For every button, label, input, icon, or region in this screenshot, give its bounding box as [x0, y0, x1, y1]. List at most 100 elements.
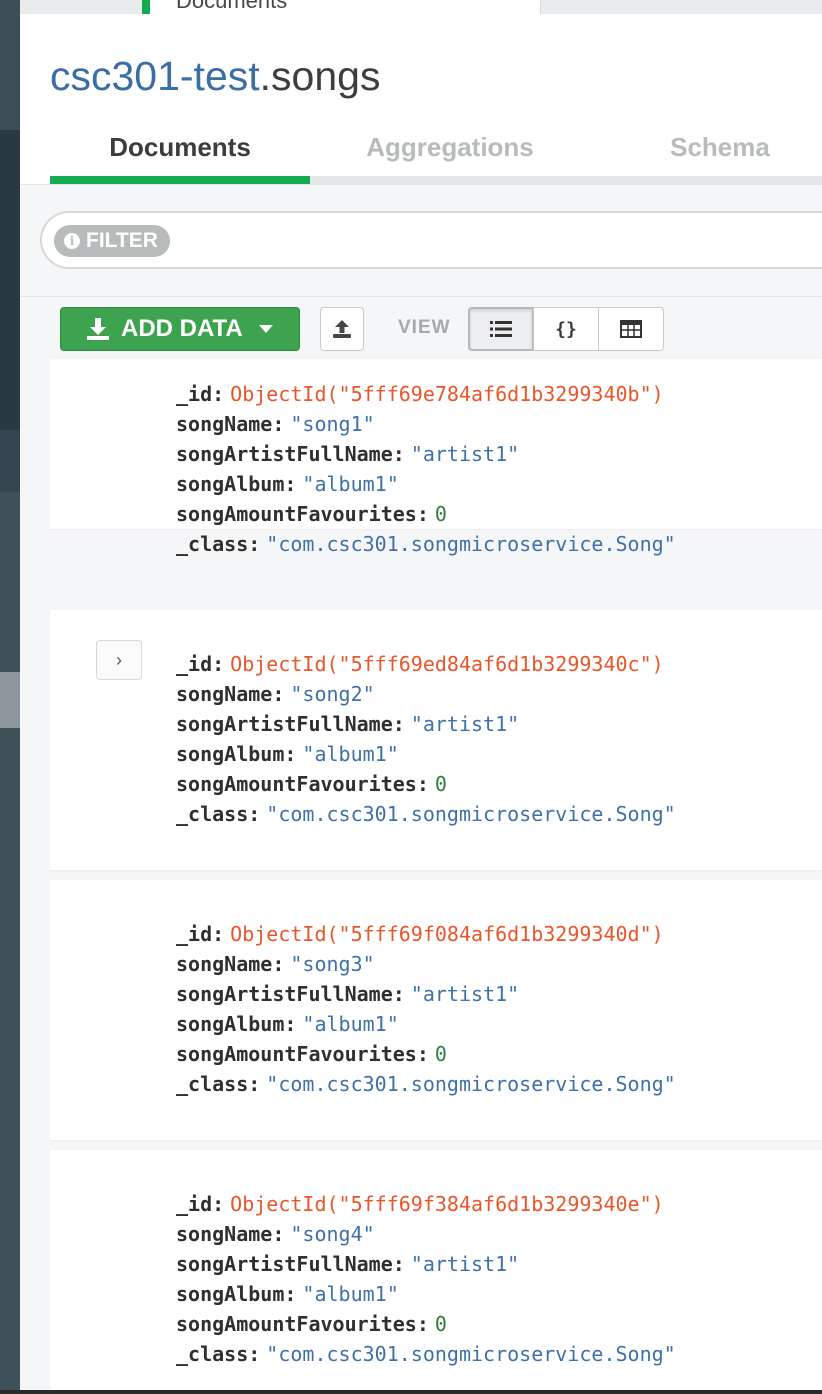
- field-key: songAlbum: [176, 472, 285, 496]
- field-key: _class: [176, 802, 249, 826]
- filter-label: FILTER: [86, 229, 158, 252]
- field-value: "album1": [302, 1282, 399, 1306]
- field-value: "com.csc301.songmicroservice.Song": [266, 1342, 676, 1366]
- field-value: "artist1": [410, 712, 520, 736]
- table-view-button[interactable]: [598, 307, 664, 351]
- field-value: 0: [434, 772, 447, 796]
- document-field: songArtistFullName: "artist1": [176, 1252, 520, 1276]
- field-value: "song1": [290, 412, 375, 436]
- sidebar-segment[interactable]: [0, 130, 20, 430]
- download-icon: [87, 318, 109, 340]
- tab-underline-track: [50, 176, 822, 184]
- document-card[interactable]: _id: ObjectId("5fff69f384af6d1b3299340e")…: [50, 1150, 822, 1394]
- document-field: _class: "com.csc301.songmicroservice.Song…: [176, 1072, 676, 1096]
- workspace-tab-label: Documents: [176, 0, 288, 13]
- document-field: songName: "song3": [176, 952, 375, 976]
- documents-toolbar: ADD DATA VIEW {}: [20, 296, 822, 360]
- chevron-down-icon: [258, 325, 273, 333]
- sidebar-segment[interactable]: [0, 430, 20, 492]
- field-key: _class: [176, 1342, 249, 1366]
- document-field: _id: ObjectId("5fff69e784af6d1b3299340b"): [176, 382, 664, 406]
- view-mode-toggle: {}: [468, 307, 664, 351]
- active-tab-indicator: [50, 176, 310, 184]
- window-bottom-edge: [0, 1390, 822, 1394]
- query-bar: i FILTER: [20, 184, 822, 297]
- page-title: csc301-test.songs: [50, 52, 380, 100]
- document-card[interactable]: _id: ObjectId("5fff69e784af6d1b3299340b")…: [50, 359, 822, 556]
- document-field: songAlbum: "album1": [176, 472, 399, 496]
- json-view-button[interactable]: {}: [533, 307, 599, 351]
- field-key: _class: [176, 1072, 249, 1096]
- field-value: "artist1": [410, 982, 520, 1006]
- info-icon[interactable]: i: [64, 233, 80, 249]
- field-key: songAlbum: [176, 1012, 285, 1036]
- app-sidebar: [0, 0, 20, 1394]
- field-key: songAmountFavourites: [176, 502, 417, 526]
- document-field: songAlbum: "album1": [176, 1282, 399, 1306]
- sidebar-segment[interactable]: [0, 728, 20, 1394]
- document-fields: _id: ObjectId("5fff69f084af6d1b3299340d")…: [176, 919, 676, 1099]
- field-key: songName: [176, 1222, 273, 1246]
- list-view-button[interactable]: [468, 307, 534, 351]
- field-key: songArtistFullName: [176, 982, 393, 1006]
- document-field: songName: "song1": [176, 412, 375, 436]
- document-field: songAlbum: "album1": [176, 742, 399, 766]
- document-field: _id: ObjectId("5fff69f384af6d1b3299340e"): [176, 1192, 664, 1216]
- field-key: songArtistFullName: [176, 442, 393, 466]
- document-list: _id: ObjectId("5fff69e784af6d1b3299340b")…: [20, 359, 822, 1394]
- export-collection-button[interactable]: [320, 307, 364, 351]
- field-value: "com.csc301.songmicroservice.Song": [266, 532, 676, 556]
- field-key: _id: [176, 1192, 213, 1216]
- field-value: "album1": [302, 472, 399, 496]
- document-field: _id: ObjectId("5fff69ed84af6d1b3299340c"): [176, 652, 664, 676]
- document-field: songAmountFavourites: 0: [176, 1312, 447, 1336]
- field-value: "artist1": [410, 1252, 520, 1276]
- field-key: songName: [176, 952, 273, 976]
- document-field: songAmountFavourites: 0: [176, 772, 447, 796]
- tab-aggregations[interactable]: Aggregations: [320, 114, 580, 180]
- add-data-label: ADD DATA: [121, 315, 243, 342]
- document-field: songName: "song2": [176, 682, 375, 706]
- field-value: 0: [434, 1042, 447, 1066]
- document-field: songArtistFullName: "artist1": [176, 982, 520, 1006]
- field-value: "artist1": [410, 442, 520, 466]
- field-value: "song3": [290, 952, 375, 976]
- document-field: songAlbum: "album1": [176, 1012, 399, 1036]
- tab-schema[interactable]: Schema: [590, 114, 822, 180]
- document-fields: _id: ObjectId("5fff69e784af6d1b3299340b")…: [176, 379, 676, 559]
- document-field: _class: "com.csc301.songmicroservice.Song…: [176, 532, 676, 556]
- add-data-button[interactable]: ADD DATA: [60, 307, 300, 351]
- table-icon: [620, 320, 642, 338]
- field-key: _class: [176, 532, 249, 556]
- document-fields: _id: ObjectId("5fff69f384af6d1b3299340e")…: [176, 1189, 676, 1369]
- document-card[interactable]: › _id: ObjectId("5fff69ed84af6d1b3299340c…: [50, 610, 822, 870]
- document-field: _id: ObjectId("5fff69f084af6d1b3299340d"): [176, 922, 664, 946]
- field-value: ObjectId("5fff69ed84af6d1b3299340c"): [230, 652, 664, 676]
- document-field: _class: "com.csc301.songmicroservice.Song…: [176, 1342, 676, 1366]
- collection-tabs: Documents Aggregations Schema: [50, 114, 822, 184]
- sidebar-segment[interactable]: [0, 492, 20, 672]
- field-value: ObjectId("5fff69e784af6d1b3299340b"): [230, 382, 664, 406]
- field-key: songArtistFullName: [176, 712, 393, 736]
- document-fields: _id: ObjectId("5fff69ed84af6d1b3299340c")…: [176, 649, 676, 829]
- field-value: ObjectId("5fff69f384af6d1b3299340e"): [230, 1192, 664, 1216]
- tab-accent: [142, 0, 150, 14]
- field-key: songName: [176, 682, 273, 706]
- collection-header: csc301-test.songs Documents Aggregations…: [20, 14, 822, 184]
- workspace-tab-documents[interactable]: Documents: [142, 0, 541, 14]
- field-key: songAmountFavourites: [176, 1042, 417, 1066]
- expand-document-button[interactable]: ›: [96, 640, 142, 680]
- tab-documents[interactable]: Documents: [50, 114, 310, 180]
- json-braces-icon: {}: [555, 318, 577, 340]
- workspace-tab-strip: Documents: [20, 0, 822, 15]
- database-name-link[interactable]: csc301-test: [50, 53, 260, 99]
- document-field: songAmountFavourites: 0: [176, 1042, 447, 1066]
- field-value: ObjectId("5fff69f084af6d1b3299340d"): [230, 922, 664, 946]
- field-value: "album1": [302, 742, 399, 766]
- field-value: 0: [434, 1312, 447, 1336]
- document-card[interactable]: _id: ObjectId("5fff69f084af6d1b3299340d")…: [50, 880, 822, 1140]
- document-field: songArtistFullName: "artist1": [176, 712, 520, 736]
- export-icon: [333, 320, 351, 338]
- filter-input[interactable]: i FILTER: [40, 211, 822, 269]
- sidebar-selected-segment[interactable]: [0, 672, 20, 728]
